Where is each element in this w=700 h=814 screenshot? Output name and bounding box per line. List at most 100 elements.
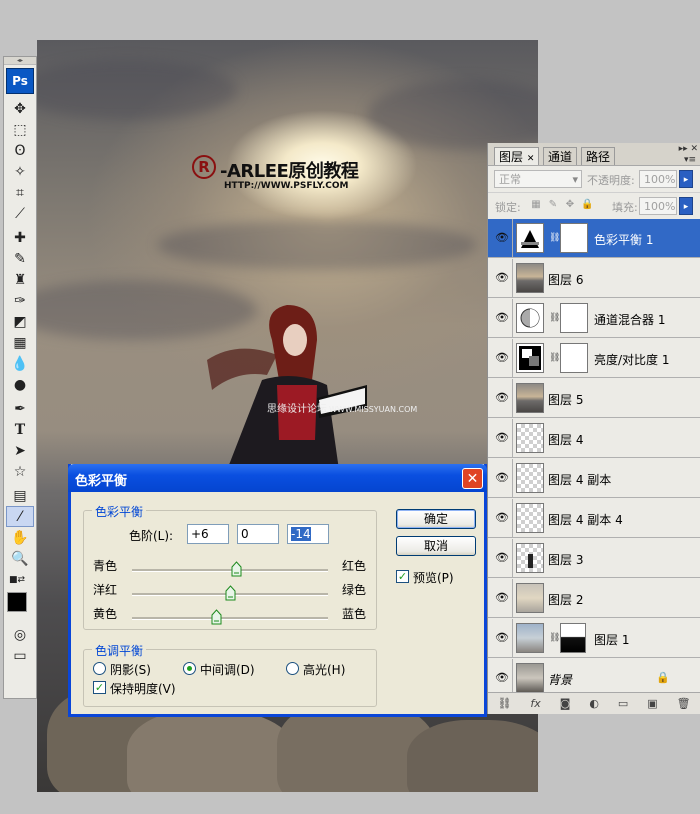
move-tool-icon[interactable]: ✥ <box>6 98 34 119</box>
tone-balance-legend: 色调平衡 <box>92 642 147 659</box>
photoshop-logo[interactable]: Ps <box>6 68 34 94</box>
highlights-radio[interactable] <box>286 662 299 675</box>
preview-checkbox[interactable]: ✓ <box>396 570 409 583</box>
chain-icon[interactable]: ⛓ <box>549 353 560 363</box>
eye-icon[interactable]: 👁 <box>494 271 510 284</box>
close-icon[interactable]: ✕ <box>462 468 483 489</box>
eye-icon[interactable]: 👁 <box>494 551 510 564</box>
link-layers-icon[interactable]: ⛓ <box>497 697 511 710</box>
eraser-tool-icon[interactable]: ◩ <box>6 311 34 332</box>
layer-row[interactable]: 👁 ⛓ 通道混合器 1 <box>488 299 700 338</box>
new-layer-icon[interactable]: ▣ <box>647 697 657 710</box>
eye-icon[interactable]: 👁 <box>494 511 510 524</box>
fill-input[interactable]: 100% <box>639 197 677 215</box>
eye-icon[interactable]: 👁 <box>494 591 510 604</box>
type-tool-icon[interactable]: T <box>6 419 34 440</box>
lasso-tool-icon[interactable]: ʘ <box>6 140 34 161</box>
layer-row[interactable]: 👁 图层 3 <box>488 539 700 578</box>
eyedropper-tool-icon[interactable]: ⁄ <box>6 506 34 527</box>
slider-track[interactable] <box>132 617 328 620</box>
layer-name: 背景 <box>548 673 573 687</box>
swap-colors-icon[interactable]: ■⇄ <box>6 569 34 590</box>
midtones-radio[interactable] <box>183 662 196 675</box>
lock-transparency-icon[interactable]: ▦ <box>530 199 542 211</box>
level-magenta-green-input[interactable]: 0 <box>237 524 279 544</box>
gradient-tool-icon[interactable]: ▦ <box>6 332 34 353</box>
cancel-button[interactable]: 取消 <box>396 536 476 556</box>
eye-icon[interactable]: 👁 <box>494 311 510 324</box>
eye-icon[interactable]: 👁 <box>494 391 510 404</box>
clone-stamp-tool-icon[interactable]: ♜ <box>6 269 34 290</box>
opacity-input[interactable]: 100% <box>639 170 677 188</box>
panel-menu-icon[interactable]: ▾≡ <box>684 155 696 165</box>
preserve-luminosity-checkbox[interactable]: ✓ <box>93 681 106 694</box>
chain-icon[interactable]: ⛓ <box>549 233 560 243</box>
layer-row[interactable]: 👁 ⛓ 色彩平衡 1 <box>488 219 700 258</box>
lock-position-icon[interactable]: ✥ <box>564 199 576 211</box>
layer-row[interactable]: 👁 ⛓ 亮度/对比度 1 <box>488 339 700 378</box>
marquee-tool-icon[interactable]: ⬚ <box>6 119 34 140</box>
ok-button[interactable]: 确定 <box>396 509 476 529</box>
blend-mode-select[interactable]: 正常 ▾ <box>494 170 582 188</box>
layer-row[interactable]: 👁 图层 2 <box>488 579 700 618</box>
path-selection-tool-icon[interactable]: ➤ <box>6 440 34 461</box>
shadows-radio[interactable] <box>93 662 106 675</box>
brush-tool-icon[interactable]: ✎ <box>6 248 34 269</box>
lock-pixels-icon[interactable]: ✎ <box>547 199 559 211</box>
layer-row[interactable]: 👁 图层 4 副本 4 <box>488 499 700 538</box>
shape-tool-icon[interactable]: ☆ <box>6 461 34 482</box>
layer-row[interactable]: 👁 图层 4 副本 <box>488 459 700 498</box>
eye-icon[interactable]: 👁 <box>494 631 510 644</box>
history-brush-tool-icon[interactable]: ✑ <box>6 290 34 311</box>
slice-tool-icon[interactable]: ⟋ <box>6 203 34 224</box>
eye-icon[interactable]: 👁 <box>494 351 510 364</box>
level-yellow-blue-input[interactable]: -14 <box>287 524 329 544</box>
eye-icon[interactable]: 👁 <box>494 431 510 444</box>
notes-tool-icon[interactable]: ▤ <box>6 485 34 506</box>
eye-icon[interactable]: 👁 <box>494 671 510 684</box>
toolbox-grip[interactable]: ◂▸ <box>4 57 36 65</box>
chain-icon[interactable]: ⛓ <box>549 633 560 643</box>
layer-row[interactable]: 👁 图层 4 <box>488 419 700 458</box>
layer-row[interactable]: 👁 图层 6 <box>488 259 700 298</box>
layer-row[interactable]: 👁 ⛓ 图层 1 <box>488 619 700 658</box>
dialog-titlebar[interactable]: 色彩平衡 ✕ <box>68 464 487 492</box>
screen-mode-icon[interactable]: ▭ <box>6 645 34 666</box>
fill-slider-button[interactable]: ▸ <box>679 197 693 215</box>
dodge-tool-icon[interactable]: ● <box>6 374 34 395</box>
magic-wand-tool-icon[interactable]: ✧ <box>6 161 34 182</box>
slider-thumb[interactable] <box>225 585 236 601</box>
chain-icon[interactable]: ⛓ <box>549 313 560 323</box>
crop-tool-icon[interactable]: ⌗ <box>6 182 34 203</box>
eye-icon[interactable]: 👁 <box>494 231 510 244</box>
eye-icon[interactable]: 👁 <box>494 471 510 484</box>
healing-brush-tool-icon[interactable]: ✚ <box>6 227 34 248</box>
zoom-tool-icon[interactable]: 🔍 <box>6 548 34 569</box>
mask-thumbnail[interactable] <box>560 303 588 333</box>
mask-thumbnail[interactable] <box>560 343 588 373</box>
quick-mask-icon[interactable]: ◎ <box>6 624 34 645</box>
tone-balance-group: 色调平衡 阴影(S) 中间调(D) 高光(H) ✓ 保持明度(V) <box>83 642 377 707</box>
new-group-icon[interactable]: ▭ <box>618 697 628 710</box>
foreground-color-swatch[interactable] <box>7 592 27 612</box>
tab-channels[interactable]: 通道 <box>543 147 578 165</box>
panel-collapse-icon[interactable]: ▸▸ ✕ <box>679 144 698 154</box>
layer-row[interactable]: 👁 图层 5 <box>488 379 700 418</box>
tab-paths[interactable]: 路径 <box>581 147 616 165</box>
pen-tool-icon[interactable]: ✒ <box>6 398 34 419</box>
mask-thumbnail[interactable] <box>560 623 586 653</box>
add-mask-icon[interactable]: ◙ <box>560 697 571 710</box>
blur-tool-icon[interactable]: 💧 <box>6 353 34 374</box>
slider-thumb[interactable] <box>231 561 242 577</box>
layer-style-icon[interactable]: fx <box>530 697 540 710</box>
slider-thumb[interactable] <box>211 609 222 625</box>
delete-layer-icon[interactable]: 🗑 <box>677 697 691 710</box>
color-balance-legend: 色彩平衡 <box>92 503 147 520</box>
tab-layers[interactable]: 图层 ✕ <box>494 147 540 165</box>
mask-thumbnail[interactable] <box>560 223 588 253</box>
hand-tool-icon[interactable]: ✋ <box>6 527 34 548</box>
new-adjustment-layer-icon[interactable]: ◐ <box>589 697 599 710</box>
lock-all-icon[interactable]: 🔒 <box>581 199 593 211</box>
level-cyan-red-input[interactable]: +6 <box>187 524 229 544</box>
opacity-slider-button[interactable]: ▸ <box>679 170 693 188</box>
